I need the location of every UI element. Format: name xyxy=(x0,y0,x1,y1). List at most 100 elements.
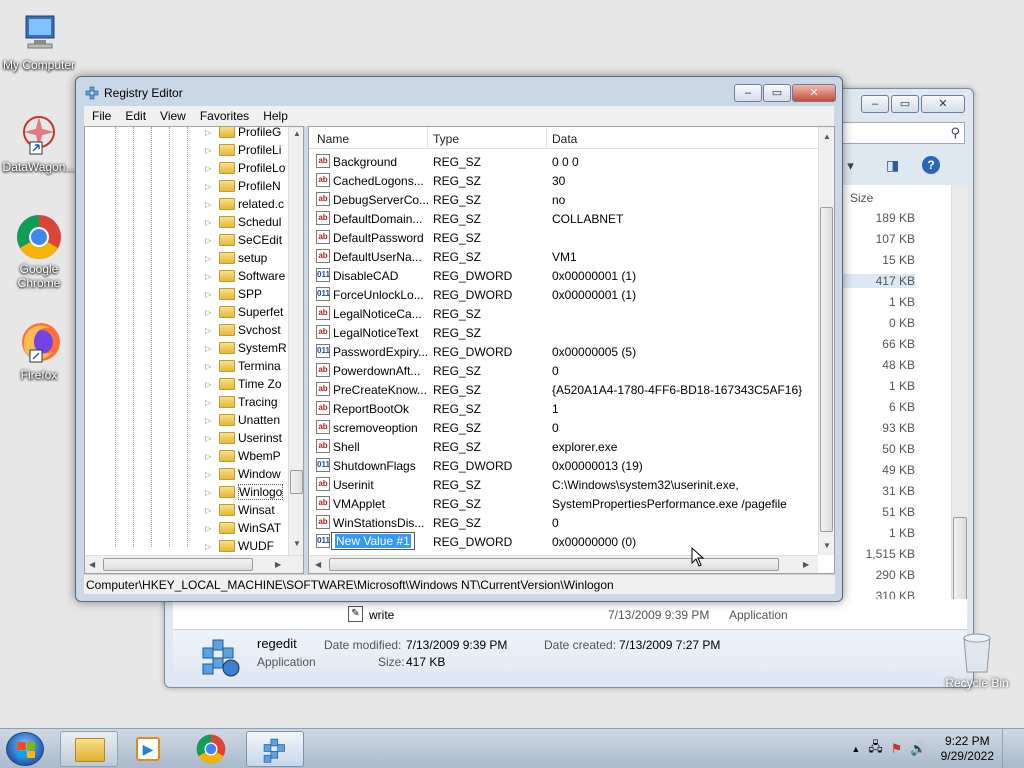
registry-value-row[interactable]: 011 ForceUnlockLo... REG_DWORD 0x00000001 (… xyxy=(309,285,818,304)
scroll-left-arrow[interactable]: ◀ xyxy=(315,560,321,569)
registry-value-row[interactable]: ab WinStationsDis... REG_SZ 0 xyxy=(309,513,818,532)
values-horizontal-scrollbar[interactable]: ◀ ▶ xyxy=(309,555,818,573)
desktop-icon-datawagon[interactable]: DataWagon... xyxy=(0,112,78,174)
registry-value-row[interactable]: ab LegalNoticeText REG_SZ xyxy=(309,323,818,342)
expand-arrow-icon[interactable]: ▷ xyxy=(205,218,215,227)
scroll-up-arrow[interactable]: ▲ xyxy=(823,132,831,141)
network-icon[interactable]: 🖧 xyxy=(868,738,883,760)
expand-arrow-icon[interactable]: ▷ xyxy=(205,380,215,389)
tree-node[interactable]: ▷ Software xyxy=(205,267,285,285)
tree-node[interactable]: ▷ WUDF xyxy=(205,537,274,555)
file-list-scrollbar[interactable] xyxy=(951,185,968,617)
tree-node[interactable]: ▷ SPP xyxy=(205,285,262,303)
expand-arrow-icon[interactable]: ▷ xyxy=(205,272,215,281)
registry-tree[interactable]: ▷ ProfileG ▷ ProfileLi ▷ ProfileLo ▷ ProfileN ▷ r… xyxy=(84,126,304,574)
desktop-icon-my-computer[interactable]: My Computer xyxy=(0,10,78,72)
scrollbar-thumb[interactable] xyxy=(820,207,833,532)
menu-edit[interactable]: Edit xyxy=(125,109,146,123)
registry-value-row[interactable]: ab Shell REG_SZ explorer.exe xyxy=(309,437,818,456)
menu-file[interactable]: File xyxy=(92,109,111,123)
registry-value-row[interactable]: ab DefaultDomain... REG_SZ COLLABNET xyxy=(309,209,818,228)
rename-input[interactable]: New Value #1 xyxy=(331,532,415,550)
column-header-name[interactable]: Name xyxy=(317,132,349,146)
tree-horizontal-scrollbar[interactable]: ◀ ▶ xyxy=(85,555,303,573)
tree-vertical-scrollbar[interactable]: ▲ ▼ xyxy=(288,127,303,555)
start-button[interactable] xyxy=(6,732,44,766)
tree-node[interactable]: ▷ Termina xyxy=(205,357,281,375)
menu-favorites[interactable]: Favorites xyxy=(200,109,249,123)
tree-node[interactable]: ▷ WinSAT xyxy=(205,519,281,537)
expand-arrow-icon[interactable]: ▷ xyxy=(205,182,215,191)
registry-value-row[interactable]: ab ReportBootOk REG_SZ 1 xyxy=(309,399,818,418)
tree-node[interactable]: ▷ Window xyxy=(205,465,281,483)
expand-arrow-icon[interactable]: ▷ xyxy=(205,308,215,317)
expand-arrow-icon[interactable]: ▷ xyxy=(205,254,215,263)
registry-value-row[interactable]: 011 DisableCAD REG_DWORD 0x00000001 (1) xyxy=(309,266,818,285)
expand-arrow-icon[interactable]: ▷ xyxy=(205,290,215,299)
tree-node[interactable]: ▷ ProfileG xyxy=(205,127,281,141)
scrollbar-thumb[interactable] xyxy=(103,558,253,571)
expand-arrow-icon[interactable]: ▷ xyxy=(205,524,215,533)
scroll-right-arrow[interactable]: ▶ xyxy=(803,560,809,569)
close-button[interactable]: ✕ xyxy=(792,84,836,102)
expand-arrow-icon[interactable]: ▷ xyxy=(205,128,215,137)
expand-arrow-icon[interactable]: ▷ xyxy=(205,506,215,515)
taskbar-chrome-button[interactable] xyxy=(183,731,241,767)
registry-value-row[interactable]: 011 ShutdownFlags REG_DWORD 0x00000013 (19) xyxy=(309,456,818,475)
registry-value-row[interactable]: ab VMApplet REG_SZ SystemPropertiesPerforma… xyxy=(309,494,818,513)
column-header-size[interactable]: Size xyxy=(850,191,873,205)
volume-icon[interactable]: 🔊 xyxy=(910,741,926,757)
tree-node[interactable]: ▷ Svchost xyxy=(205,321,281,339)
tree-node[interactable]: ▷ SeCEdit xyxy=(205,231,282,249)
clock[interactable]: 9:22 PM 9/29/2022 xyxy=(941,734,994,764)
registry-value-row[interactable]: 011 PasswordExpiry... REG_DWORD 0x00000005 … xyxy=(309,342,818,361)
show-desktop-button[interactable] xyxy=(1002,729,1012,768)
registry-value-row[interactable]: ab DefaultPassword REG_SZ xyxy=(309,228,818,247)
scroll-up-arrow[interactable]: ▲ xyxy=(293,129,301,138)
registry-value-row[interactable]: ab PreCreateKnow... REG_SZ {A520A1A4-1780-4… xyxy=(309,380,818,399)
tree-node[interactable]: ▷ SystemR xyxy=(205,339,287,357)
tree-node[interactable]: ▷ ProfileN xyxy=(205,177,281,195)
action-center-icon[interactable]: ⚑ xyxy=(891,741,903,757)
scrollbar-thumb[interactable] xyxy=(329,558,779,571)
taskbar-explorer-button[interactable] xyxy=(60,731,118,767)
expand-arrow-icon[interactable]: ▷ xyxy=(205,398,215,407)
show-hidden-icons-icon[interactable]: ▲ xyxy=(851,744,860,754)
tree-node[interactable]: ▷ Superfet xyxy=(205,303,283,321)
values-vertical-scrollbar[interactable]: ▲ ▼ xyxy=(818,127,834,555)
tree-node[interactable]: ▷ Time Zo xyxy=(205,375,282,393)
tree-node[interactable]: ▷ Userinst xyxy=(205,429,282,447)
help-icon[interactable]: ? xyxy=(922,156,940,174)
menu-help[interactable]: Help xyxy=(263,109,288,123)
scroll-down-arrow[interactable]: ▼ xyxy=(823,541,831,550)
expand-arrow-icon[interactable]: ▷ xyxy=(205,434,215,443)
minimize-button[interactable]: – xyxy=(861,95,889,113)
desktop-icon-firefox[interactable]: Firefox xyxy=(0,320,78,382)
tree-node[interactable]: ▷ ProfileLo xyxy=(205,159,285,177)
registry-value-row[interactable]: ab scremoveoption REG_SZ 0 xyxy=(309,418,818,437)
registry-value-row[interactable]: ab Background REG_SZ 0 0 0 xyxy=(309,152,818,171)
expand-arrow-icon[interactable]: ▷ xyxy=(205,164,215,173)
expand-arrow-icon[interactable]: ▷ xyxy=(205,452,215,461)
scroll-left-arrow[interactable]: ◀ xyxy=(89,560,95,569)
registry-value-row[interactable]: ab CachedLogons... REG_SZ 30 xyxy=(309,171,818,190)
tree-node[interactable]: ▷ setup xyxy=(205,249,267,267)
registry-editor-window[interactable]: Registry Editor – ▭ ✕ File Edit View Fav… xyxy=(75,76,843,602)
registry-value-row[interactable]: ab DebugServerCo... REG_SZ no xyxy=(309,190,818,209)
registry-value-row[interactable]: ab PowerdownAft... REG_SZ 0 xyxy=(309,361,818,380)
desktop-icon-chrome[interactable]: Google Chrome xyxy=(0,214,78,290)
expand-arrow-icon[interactable]: ▷ xyxy=(205,236,215,245)
tree-node[interactable]: ▷ Winsat xyxy=(205,501,275,519)
preview-pane-icon[interactable]: ◨ xyxy=(886,157,899,174)
registry-value-row[interactable]: 011 New Value #1 REG_DWORD 0x00000000 (0) xyxy=(309,532,818,551)
tree-node[interactable]: ▷ Winlogo xyxy=(205,483,284,501)
registry-value-row[interactable]: ab DefaultUserNa... REG_SZ VM1 xyxy=(309,247,818,266)
expand-arrow-icon[interactable]: ▷ xyxy=(205,362,215,371)
expand-arrow-icon[interactable]: ▷ xyxy=(205,344,215,353)
tree-node[interactable]: ▷ related.c xyxy=(205,195,284,213)
desktop-icon-recycle-bin[interactable]: Recycle Bin xyxy=(944,630,1010,690)
tree-node[interactable]: ▷ Tracing xyxy=(205,393,278,411)
taskbar-media-player-button[interactable]: ▶ xyxy=(120,731,178,767)
tree-node[interactable]: ▷ WbemP xyxy=(205,447,281,465)
tree-node[interactable]: ▷ ProfileLi xyxy=(205,141,281,159)
